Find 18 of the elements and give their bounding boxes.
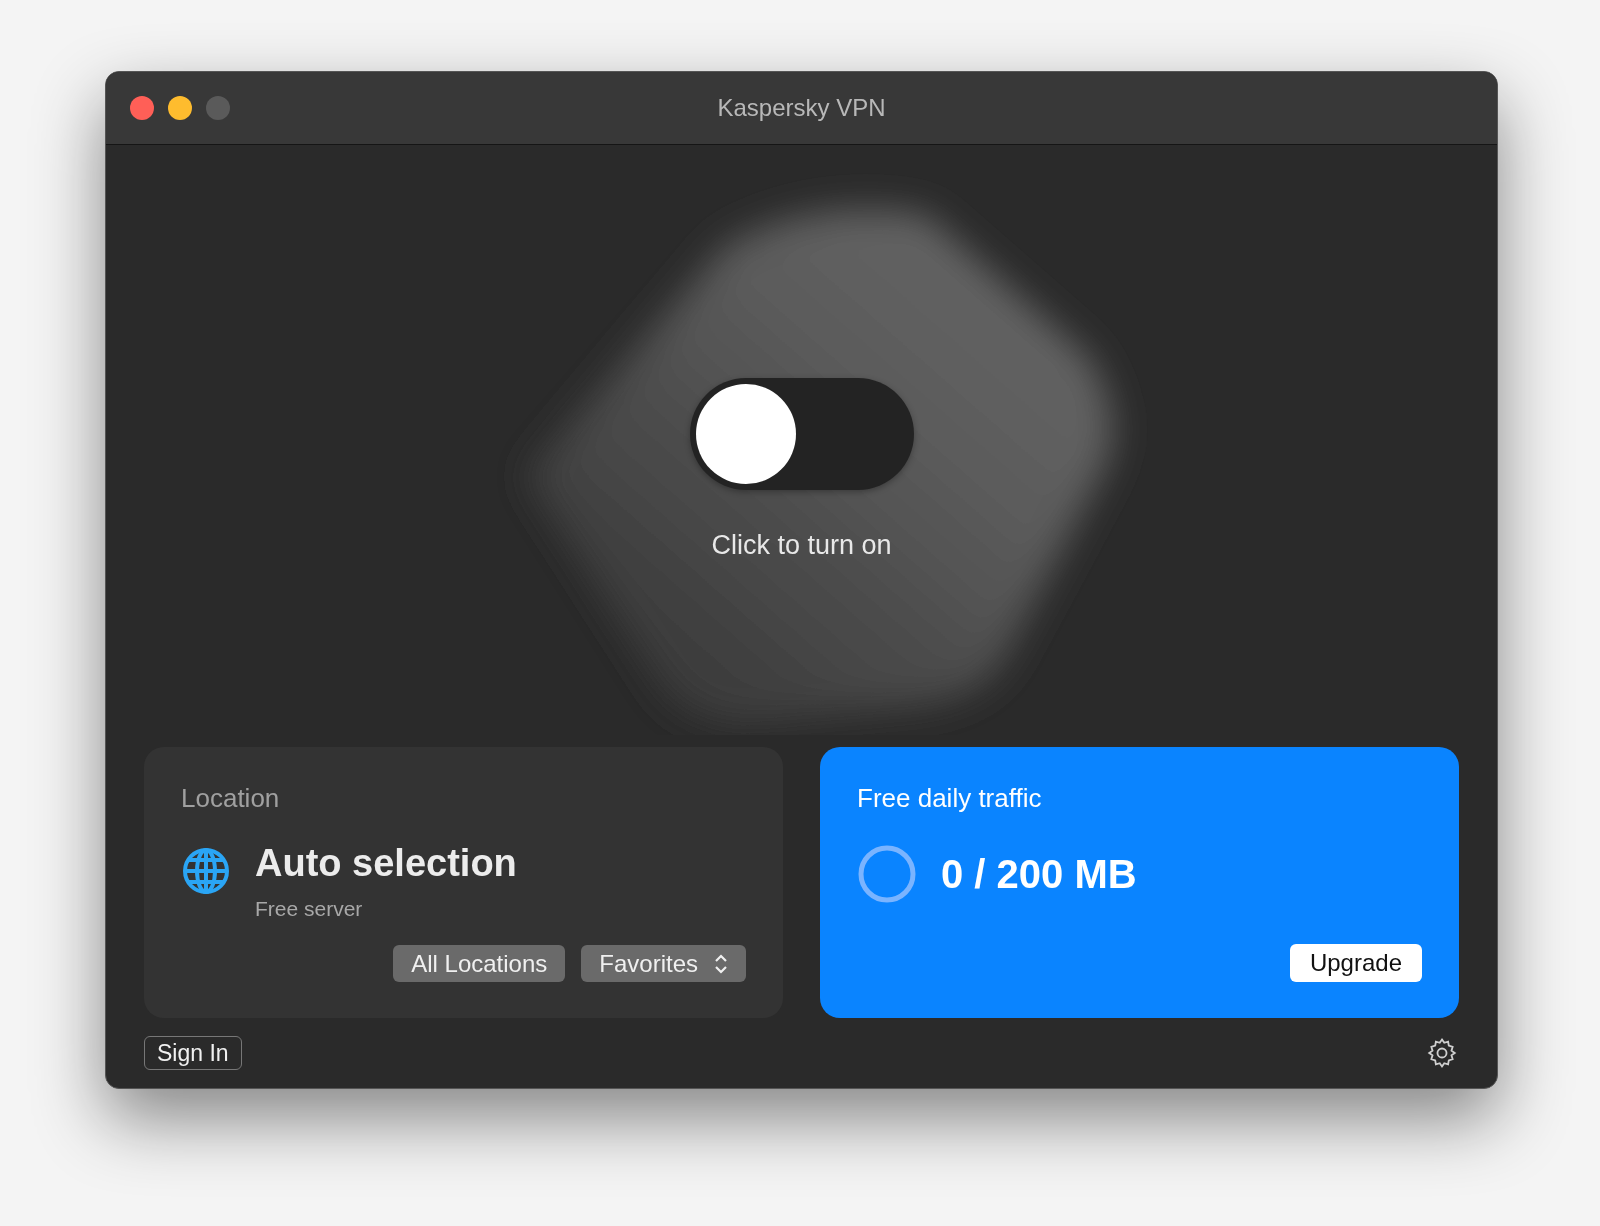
traffic-heading: Free daily traffic (857, 783, 1043, 814)
globe-icon (181, 846, 231, 896)
ring-icon (857, 844, 917, 904)
sign-in-button[interactable]: Sign In (144, 1036, 242, 1070)
all-locations-button[interactable]: All Locations (393, 945, 566, 982)
traffic-reading: 0 / 200 MB (941, 851, 1137, 897)
zoom-icon (206, 96, 230, 120)
chevron-updown-icon (714, 952, 728, 975)
minimize-icon[interactable] (168, 96, 192, 120)
server-type: Free server (255, 897, 364, 921)
server-name: Auto selection (255, 842, 517, 885)
location-heading: Location (181, 783, 281, 814)
window-title: Kaspersky VPN (717, 94, 886, 121)
close-icon[interactable] (130, 96, 154, 120)
upgrade-button[interactable]: Upgrade (1289, 944, 1422, 982)
favorites-popup[interactable]: Favorites (581, 945, 746, 982)
settings-icon[interactable] (1425, 1036, 1459, 1070)
toggle-caption: Click to turn on (711, 530, 892, 561)
